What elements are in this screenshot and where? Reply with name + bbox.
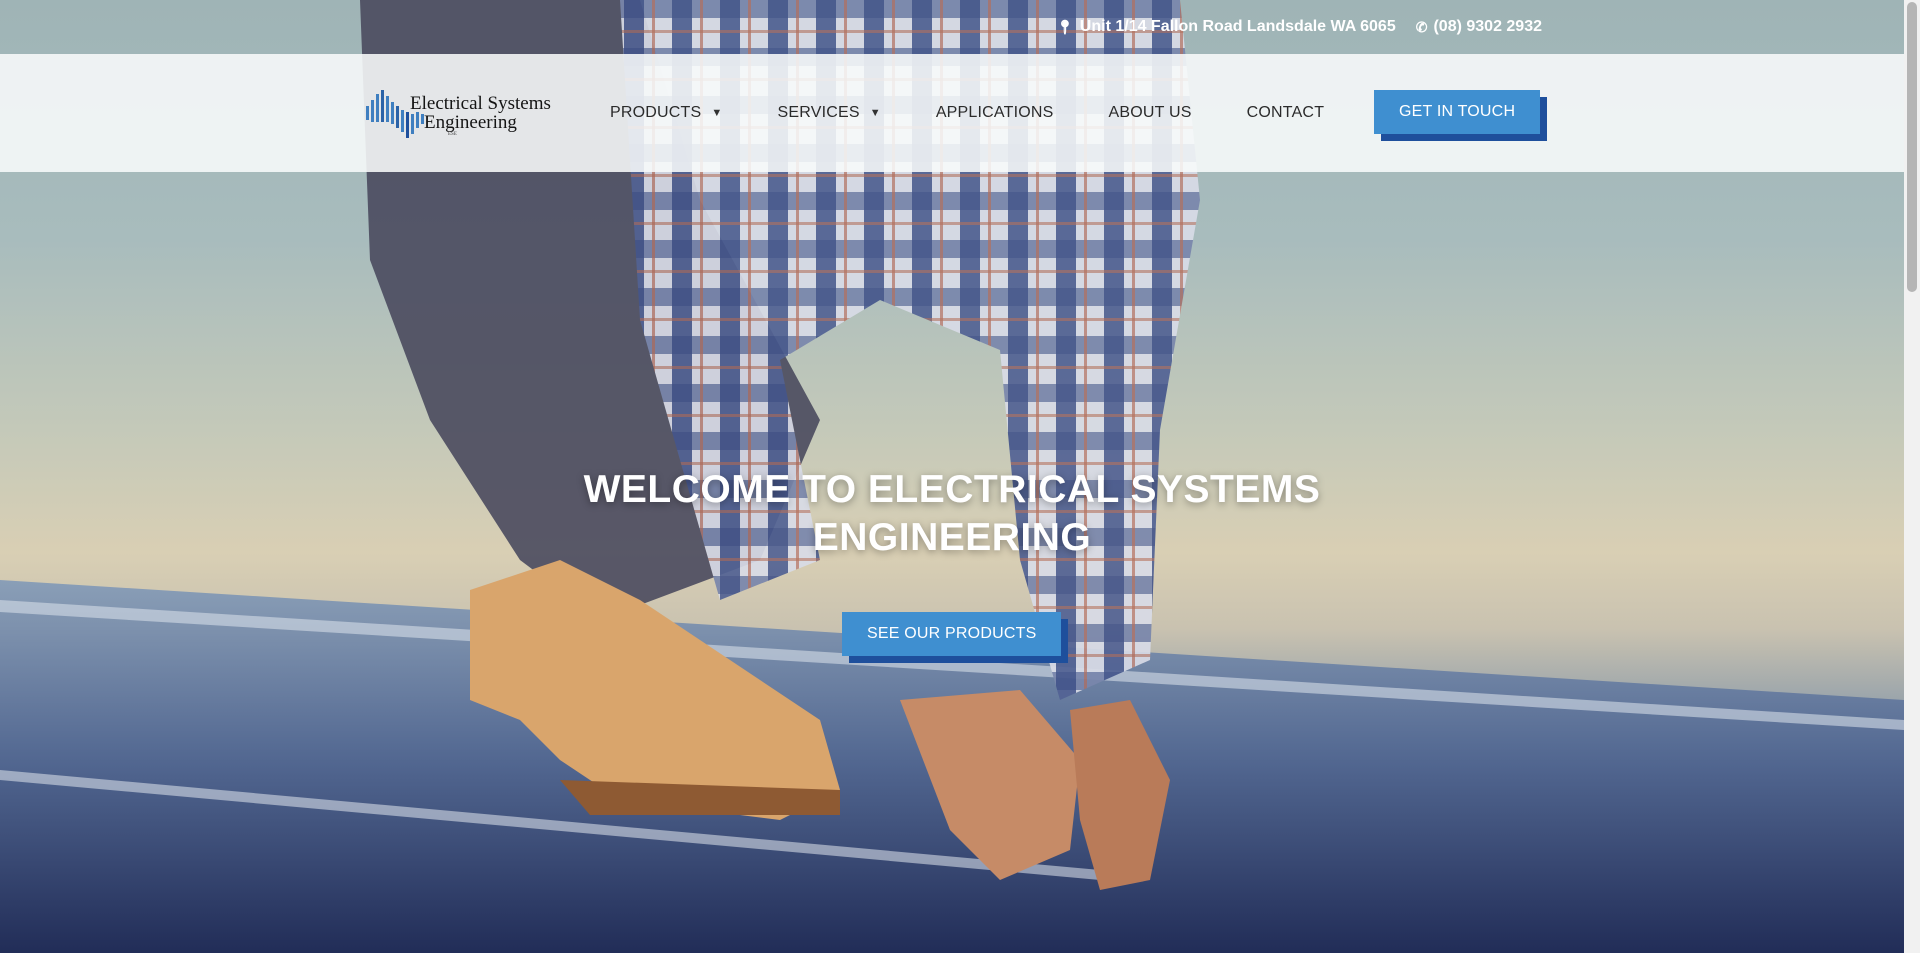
logo-wordmark: Electrical Systems Engineering ESE <box>410 94 551 137</box>
scrollbar-thumb[interactable] <box>1907 2 1917 292</box>
logo-line-2: Engineering <box>424 112 517 133</box>
caret-down-icon: ▼ <box>869 107 881 119</box>
logo-line-1: Electrical Systems <box>410 93 551 114</box>
phone-info[interactable]: ✆ (08) 9302 2932 <box>1416 18 1542 36</box>
phone-text: (08) 9302 2932 <box>1433 18 1542 35</box>
get-in-touch-button[interactable]: GET IN TOUCH <box>1374 90 1548 141</box>
see-our-products-button[interactable]: SEE OUR PRODUCTS <box>842 612 1069 663</box>
site-header: Electrical Systems Engineering ESE PRODU… <box>0 54 1904 172</box>
nav-label: APPLICATIONS <box>935 104 1054 121</box>
nav-label: PRODUCTS <box>610 104 702 121</box>
hero-title-line-1: WELCOME TO ELECTRICAL SYSTEMS <box>583 468 1321 511</box>
page-scrollbar[interactable] <box>1904 0 1920 953</box>
hero-title: WELCOME TO ELECTRICAL SYSTEMS ENGINEERIN… <box>0 466 1904 562</box>
top-info-bar: 📍︎ Unit 1/14 Fallon Road Landsdale WA 60… <box>0 0 1904 54</box>
nav-label: ABOUT US <box>1108 104 1192 121</box>
nav-item-contact[interactable]: CONTACT <box>1247 104 1325 122</box>
nav-label: SERVICES <box>777 104 860 121</box>
nav-item-applications[interactable]: APPLICATIONS <box>936 104 1054 122</box>
map-pin-icon: 📍︎ <box>1056 19 1074 35</box>
phone-icon: ✆ <box>1415 19 1428 35</box>
hero-title-line-2: ENGINEERING <box>812 516 1092 559</box>
nav-label: CONTACT <box>1246 104 1325 121</box>
site-logo[interactable]: Electrical Systems Engineering ESE <box>364 88 560 140</box>
nav-item-services[interactable]: SERVICES ▼ <box>777 104 880 122</box>
address-text: Unit 1/14 Fallon Road Landsdale WA 6065 <box>1079 18 1396 35</box>
see-products-wrapper: SEE OUR PRODUCTS <box>842 612 1069 663</box>
nav-item-products[interactable]: PRODUCTS ▼ <box>610 104 722 122</box>
caret-down-icon: ▼ <box>711 107 723 119</box>
main-nav: PRODUCTS ▼ SERVICES ▼ APPLICATIONS ABOUT… <box>610 54 1379 172</box>
nav-item-about-us[interactable]: ABOUT US <box>1109 104 1192 122</box>
get-in-touch-wrapper: GET IN TOUCH <box>1374 90 1548 141</box>
address-info[interactable]: 📍︎ Unit 1/14 Fallon Road Landsdale WA 60… <box>1056 18 1396 36</box>
